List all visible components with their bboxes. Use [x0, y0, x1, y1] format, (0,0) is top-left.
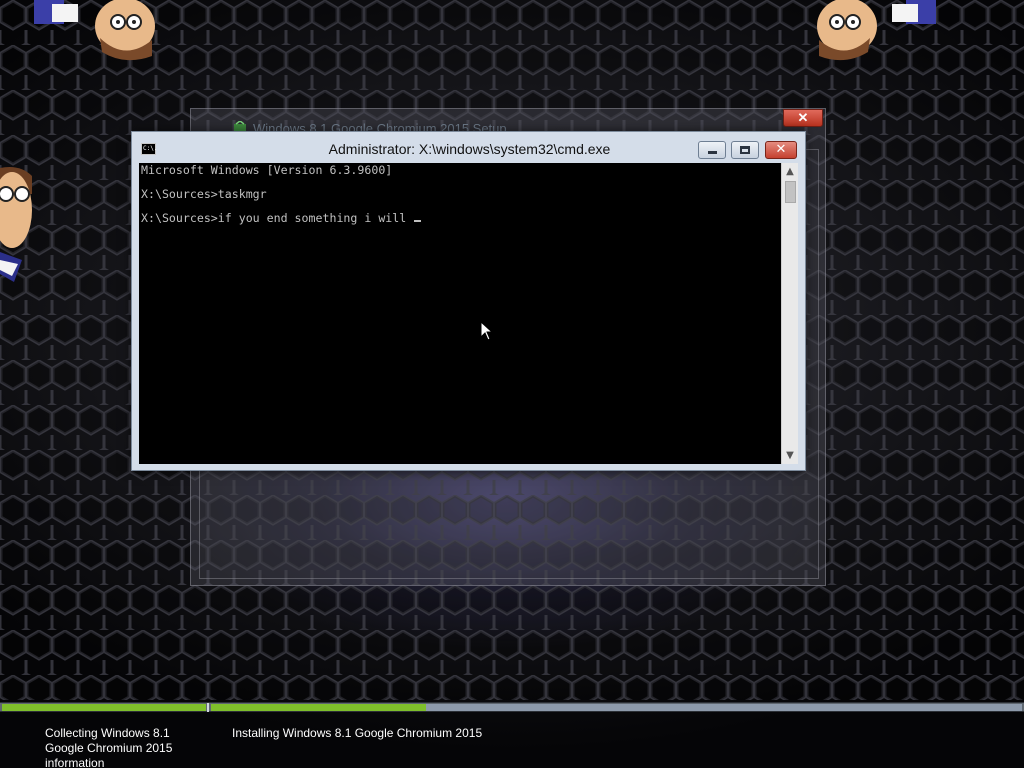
scroll-thumb[interactable] [785, 181, 796, 203]
console-input-text: X:\Sources>if you end something i will [141, 211, 414, 225]
close-button[interactable]: ✕ [765, 141, 797, 159]
collecting-progress-fill [2, 704, 206, 711]
maximize-icon [740, 146, 750, 154]
minimize-button[interactable] [698, 141, 726, 159]
cartoon-head-top-left [34, 0, 155, 61]
console-line: X:\Sources>taskmgr [141, 187, 267, 201]
console-line: Microsoft Windows [Version 6.3.9600] [141, 163, 393, 177]
close-icon: ✕ [775, 142, 787, 157]
installing-progress-fill [211, 704, 426, 711]
setup-close-button[interactable]: ✕ [783, 109, 823, 127]
minimize-icon [707, 150, 717, 154]
text-cursor [414, 220, 422, 222]
vertical-scrollbar[interactable]: ▲ ▼ [781, 163, 798, 464]
installing-status-label: Installing Windows 8.1 Google Chromium 2… [232, 726, 483, 740]
collecting-status-label: Collecting Windows 8.1 Google Chromium 2… [45, 726, 173, 768]
cmd-window: C:\. Administrator: X:\windows\system32\… [131, 131, 806, 471]
cartoon-head-top-right [817, 0, 936, 61]
console-prompt-line: X:\Sources>if you end something i will [141, 212, 781, 224]
maximize-button[interactable] [731, 141, 759, 159]
progress-divider [207, 703, 209, 712]
cartoon-head-left [0, 167, 32, 282]
setup-progress-bar [0, 702, 1024, 712]
cmd-titlebar[interactable]: C:\. Administrator: X:\windows\system32\… [132, 132, 805, 164]
mouse-pointer-icon [480, 321, 494, 341]
console-output[interactable]: Microsoft Windows [Version 6.3.9600] X:\… [139, 163, 781, 464]
scroll-down-icon[interactable]: ▼ [782, 447, 798, 464]
scroll-up-icon[interactable]: ▲ [782, 163, 798, 180]
desktop: { "setup_window": { "title": "Windows 8.… [0, 0, 1024, 768]
